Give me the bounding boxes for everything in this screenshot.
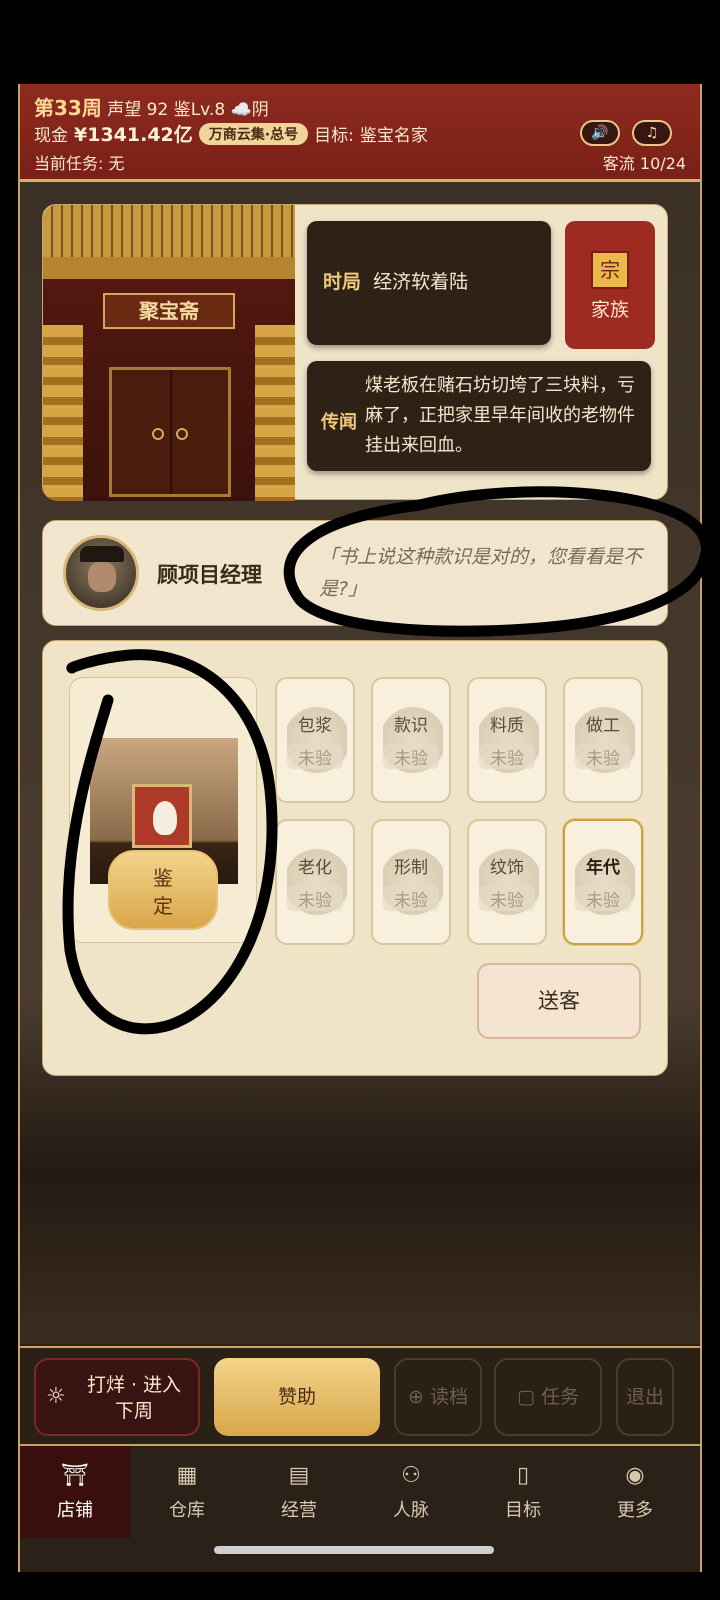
customer-avatar[interactable]	[63, 535, 139, 611]
tile-patina[interactable]: 包浆 未验	[275, 677, 355, 803]
customer-name: 顾项目经理	[157, 563, 262, 587]
task-label: 当前任务:	[34, 154, 104, 173]
task-icon: ▢	[516, 1386, 541, 1408]
weather-indicator: ☁️阴	[230, 100, 269, 120]
flashlight-icon	[479, 695, 539, 785]
nav-warehouse[interactable]: ▦ 仓库	[132, 1446, 242, 1538]
sound-icon: 🔊	[591, 125, 609, 141]
seal-object	[132, 784, 192, 848]
load-save-button[interactable]: ⊕ 读档	[394, 1358, 482, 1436]
flashlight-icon	[575, 837, 635, 927]
sound-toggle-button[interactable]: 🔊	[580, 120, 620, 146]
more-icon: ◉	[625, 1463, 645, 1488]
crane-motif	[153, 801, 177, 835]
box-icon	[287, 837, 347, 927]
nav-contacts[interactable]: ⚇ 人脉	[356, 1446, 466, 1538]
shop-door	[109, 367, 231, 497]
tile-pattern[interactable]: 纹饰 未验	[467, 819, 547, 945]
nav-shop[interactable]: ⛩ 店铺	[20, 1446, 130, 1538]
status-header: 第33周 声望 92 鉴Lv.8 ☁️阴 现金 ¥1341.42亿 万商云集·总号…	[20, 84, 700, 182]
people-icon: ⚇	[401, 1463, 421, 1488]
frame-icon	[383, 837, 443, 927]
game-frame: 第33周 声望 92 鉴Lv.8 ☁️阴 现金 ¥1341.42亿 万商云集·总号…	[18, 84, 702, 1572]
dragon-pillar-right	[255, 325, 295, 501]
customer-quote: 「书上说这种款识是对的，您看看是不是?」	[319, 546, 643, 600]
tasks-button[interactable]: ▢ 任务	[494, 1358, 602, 1436]
nav-more[interactable]: ◉ 更多	[580, 1446, 690, 1538]
situation-box: 时局 经济软着陆	[307, 221, 551, 345]
tile-inscription[interactable]: 款识 未验	[371, 677, 451, 803]
tile-era[interactable]: 年代 未验	[563, 819, 643, 945]
appraisal-level: 鉴Lv.8	[173, 100, 226, 120]
main-area: 聚宝斋 时局 经济软着陆 宗 家族 传闻 煤老板在赌石坊切垮了三块料，亏麻了，正…	[20, 182, 700, 1344]
customer-flow: 客流 10/24	[602, 154, 686, 173]
appraisal-panel: 鉴 定 包浆 未验 款识 未验 料质 未验 做工 未验 老化 未验 形制 未验 纹饰 未验 年…	[42, 640, 668, 1076]
family-label: 家族	[590, 299, 629, 321]
appraise-button[interactable]: 鉴 定	[108, 850, 218, 930]
situation-text: 经济软着陆	[373, 271, 469, 293]
family-button[interactable]: 宗 家族	[565, 221, 655, 349]
customer-card: 顾项目经理 「书上说这种款识是对的，您看看是不是?」	[42, 520, 668, 626]
tile-material[interactable]: 料质 未验	[467, 677, 547, 803]
rumor-box: 传闻 煤老板在赌石坊切垮了三块料，亏麻了，正把家里早年间收的老物件挂出来回血。	[307, 361, 651, 471]
rumor-text: 煤老板在赌石坊切垮了三块料，亏麻了，正把家里早年间收的老物件挂出来回血。	[365, 375, 635, 456]
shop-sign: 聚宝斋	[103, 293, 235, 329]
store-badge: 万商云集·总号	[198, 122, 309, 145]
book-icon	[479, 837, 539, 927]
bottom-nav: ⛩ 店铺 ▦ 仓库 ▤ 经营 ⚇ 人脉 ▯ 目标 ◉ 更多	[20, 1444, 700, 1538]
warehouse-icon: ▦	[176, 1463, 198, 1488]
shop-info-card: 聚宝斋 时局 经济软着陆 宗 家族 传闻 煤老板在赌石坊切垮了三块料，亏麻了，正…	[42, 204, 668, 501]
magnifier-icon	[383, 695, 443, 785]
tile-shape[interactable]: 形制 未验	[371, 819, 451, 945]
goal-label: 目标:	[314, 126, 354, 146]
scroll-icon: ▯	[516, 1463, 530, 1488]
family-icon: 宗	[591, 251, 629, 289]
nav-goals[interactable]: ▯ 目标	[468, 1446, 578, 1538]
abacus-icon: ▤	[288, 1463, 310, 1488]
load-icon: ⊕	[408, 1386, 430, 1408]
antique-item-card[interactable]: 鉴 定	[69, 677, 257, 943]
reputation-value: 92	[146, 100, 169, 120]
music-toggle-button[interactable]: ♫	[632, 120, 672, 146]
shop-icon: ⛩	[61, 1463, 89, 1488]
home-indicator[interactable]	[214, 1546, 494, 1554]
loupe-icon	[575, 695, 635, 785]
reputation-label: 声望	[107, 100, 142, 120]
rumor-label: 传闻	[321, 412, 357, 433]
dragon-pillar-left	[43, 325, 83, 501]
week-label: 第33周	[34, 96, 102, 120]
magnifier-icon	[287, 695, 347, 785]
action-bar: ☼ 打烊 · 进入 下周 赞助 ⊕ 读档 ▢ 任务 退出	[20, 1346, 700, 1442]
sun-icon: ☼	[46, 1384, 66, 1409]
close-shop-next-week-button[interactable]: ☼ 打烊 · 进入 下周	[34, 1358, 200, 1436]
exit-button[interactable]: 退出	[616, 1358, 674, 1436]
music-icon: ♫	[645, 125, 659, 141]
nav-business[interactable]: ▤ 经营	[244, 1446, 354, 1538]
send-off-button[interactable]: 送客	[477, 963, 641, 1039]
tile-craftsmanship[interactable]: 做工 未验	[563, 677, 643, 803]
task-value: 无	[108, 154, 125, 173]
sponsor-button[interactable]: 赞助	[214, 1358, 380, 1436]
cash-value: ¥1341.42亿	[74, 124, 193, 146]
shop-facade-image: 聚宝斋	[43, 205, 295, 501]
goal-value: 鉴宝名家	[359, 126, 428, 146]
situation-label: 时局	[323, 271, 362, 293]
tile-aging[interactable]: 老化 未验	[275, 819, 355, 945]
cash-label: 现金	[34, 126, 68, 146]
